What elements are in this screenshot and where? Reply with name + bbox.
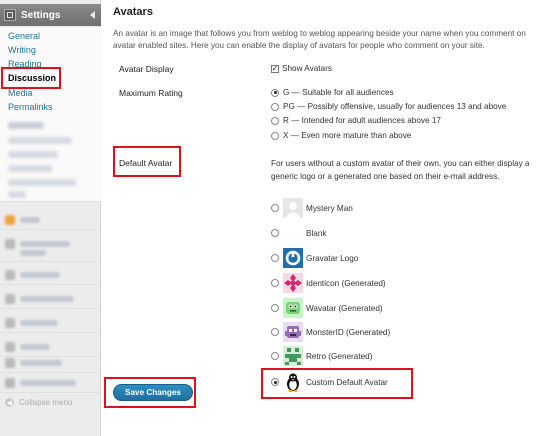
blurred-menu-item: [8, 191, 26, 198]
blurred-menu-item: [8, 151, 58, 158]
settings-label: Settings: [21, 9, 61, 21]
discussion-highlight-box: [1, 67, 61, 89]
custom-default-highlight-box: [261, 368, 413, 399]
rating-option-g[interactable]: G — Suitable for all audiences: [271, 88, 394, 97]
default-avatar-help: For users without a custom avatar of the…: [271, 159, 530, 181]
rating-option-pg[interactable]: PG — Possibly offensive, usually for aud…: [271, 102, 506, 111]
mystery-man-radio[interactable]: [271, 204, 279, 212]
wavatar-label: Wavatar (Generated): [306, 303, 383, 313]
mystery-man-label: Mystery Man: [306, 203, 353, 213]
blurred-menu-item: [8, 122, 44, 129]
rating-option-x[interactable]: X — Even more mature than above: [271, 131, 411, 140]
collapse-menu-label: Collapse menu: [19, 398, 73, 407]
default-avatar-highlight-box: [113, 146, 181, 177]
avatar-option-gravatar-logo[interactable]: Gravatar Logo: [271, 248, 358, 268]
monsterid-radio[interactable]: [271, 328, 279, 336]
page-title: Avatars: [113, 6, 153, 18]
gravatar-logo-radio[interactable]: [271, 254, 279, 262]
retro-radio[interactable]: [271, 352, 279, 360]
current-arrow-icon: [90, 11, 95, 19]
blurred-menu-item: [8, 137, 72, 144]
rating-g-radio[interactable]: [271, 88, 279, 97]
avatar-display-label: Avatar Display: [119, 64, 174, 74]
blurred-nav-item: [0, 313, 101, 333]
sidebar-item-general[interactable]: General: [8, 31, 40, 41]
retro-label: Retro (Generated): [306, 351, 373, 361]
rating-x-radio[interactable]: [271, 131, 279, 140]
blank-label: Blank: [306, 228, 327, 238]
save-button-highlight-box: [104, 377, 196, 408]
show-avatars-checkbox[interactable]: ✓: [271, 64, 279, 73]
blurred-nav-item: [0, 210, 101, 230]
collapse-arrow-icon: ◀: [5, 398, 14, 407]
wavatar-icon: [283, 298, 303, 318]
sidebar-item-writing[interactable]: Writing: [8, 45, 36, 55]
gravatar-logo-icon: [283, 248, 303, 268]
rating-r-label: R — Intended for adult audiences above 1…: [283, 116, 441, 125]
blurred-nav-item: [0, 265, 101, 285]
rating-pg-radio[interactable]: [271, 102, 279, 111]
settings-menu-header[interactable]: Settings: [0, 4, 101, 26]
avatars-description: An avatar is an image that follows you f…: [113, 29, 526, 50]
gravatar-logo-label: Gravatar Logo: [306, 253, 359, 263]
avatar-option-wavatar[interactable]: Wavatar (Generated): [271, 298, 383, 318]
settings-submenu: General Writing Reading Discussion Media…: [0, 27, 101, 202]
show-avatars-label: Show Avatars: [282, 64, 332, 73]
retro-icon: [283, 346, 303, 366]
avatar-option-mystery-man[interactable]: Mystery Man: [271, 198, 353, 218]
avatar-option-retro[interactable]: Retro (Generated): [271, 346, 372, 366]
blurred-nav-item: [0, 289, 101, 309]
rating-option-r[interactable]: R — Intended for adult audiences above 1…: [271, 116, 441, 125]
show-avatars-option[interactable]: ✓ Show Avatars: [271, 64, 332, 73]
rating-pg-label: PG — Possibly offensive, usually for aud…: [283, 102, 507, 111]
monsterid-label: MonsterID (Generated): [306, 327, 391, 337]
blurred-menu-item: [8, 165, 52, 172]
blank-icon: [283, 223, 303, 243]
collapse-menu[interactable]: ◀ Collapse menu: [5, 398, 72, 407]
avatar-option-identicon[interactable]: Identicon (Generated): [271, 273, 386, 293]
rating-r-radio[interactable]: [271, 116, 279, 125]
identicon-radio[interactable]: [271, 279, 279, 287]
rating-g-label: G — Suitable for all audiences: [283, 88, 394, 97]
main-content: Avatars An avatar is an image that follo…: [101, 0, 540, 436]
blurred-nav-item: [0, 373, 101, 393]
blurred-nav-item: [0, 353, 101, 373]
sidebar-item-media[interactable]: Media: [8, 88, 33, 98]
admin-sidebar: Settings General Writing Reading Discuss…: [0, 0, 101, 436]
blurred-menu-item: [8, 179, 76, 186]
blank-radio[interactable]: [271, 229, 279, 237]
rating-x-label: X — Even more mature than above: [283, 131, 412, 140]
avatar-option-blank[interactable]: Blank: [271, 223, 326, 243]
blurred-nav-item: [0, 234, 101, 262]
identicon-label: Identicon (Generated): [306, 278, 386, 288]
identicon-icon: [283, 273, 303, 293]
avatar-option-monsterid[interactable]: MonsterID (Generated): [271, 322, 390, 342]
sidebar-item-permalinks[interactable]: Permalinks: [8, 102, 53, 112]
monsterid-icon: [283, 322, 303, 342]
settings-icon: [4, 9, 16, 21]
wavatar-radio[interactable]: [271, 304, 279, 312]
maximum-rating-label: Maximum Rating: [119, 88, 183, 98]
mystery-man-icon: [283, 198, 303, 218]
